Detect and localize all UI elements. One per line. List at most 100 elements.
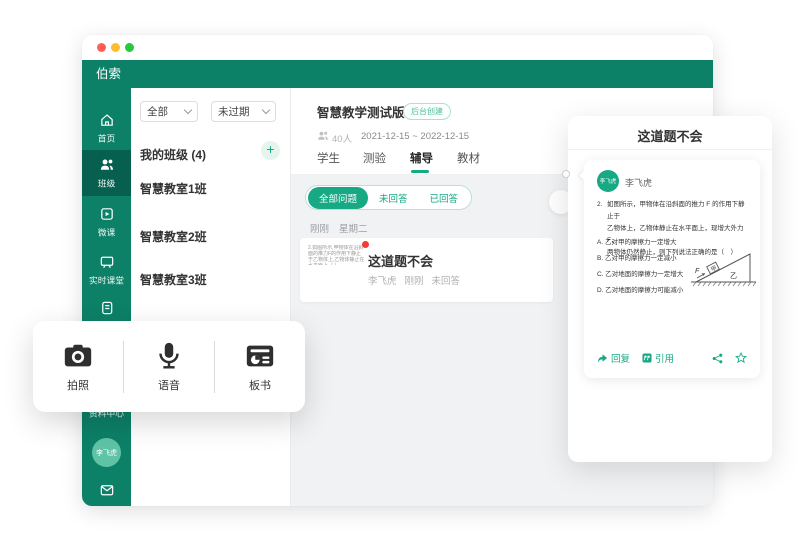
class-date-range: 2021-12-15 ~ 2022-12-15 [361, 131, 470, 142]
window-titlebar [82, 35, 713, 60]
camera-icon [64, 344, 92, 367]
sidebar: 首页 班级 微课 实时课堂 资料中心 李飞虎 [82, 88, 131, 506]
live-classroom-icon [100, 256, 113, 269]
sidebar-item-micro-lesson[interactable]: 微课 [82, 206, 131, 239]
bubble-pointer [579, 170, 590, 181]
student-avatar: 李飞虎 [597, 170, 619, 192]
add-class-button[interactable]: + [261, 141, 280, 160]
close-window-button[interactable] [97, 43, 106, 52]
sidebar-item-label: 实时课堂 [89, 276, 124, 287]
panel-title: 这道题不会 [637, 129, 703, 144]
chevron-down-icon [261, 105, 271, 115]
tab-tutoring[interactable]: 辅导 [410, 150, 433, 166]
class-list-panel: 全部 未过期 我的班级 (4) + 智慧教室1班 智慧教室2班 智慧教室3班 [131, 88, 291, 506]
chevron-down-icon [183, 105, 193, 115]
class-type-value: 全部 [147, 106, 168, 118]
sidebar-item-notebook[interactable] [82, 300, 131, 319]
class-status-dropdown[interactable]: 未过期 [211, 101, 276, 122]
screen: 伯索 首页 班级 微课 实时课堂 资料中心 李飞虎 全部 未过期 我的班级 (4… [0, 0, 800, 533]
sidebar-item-messages[interactable] [82, 482, 131, 500]
question-author: 李飞虎 [368, 276, 397, 287]
unread-badge [362, 241, 369, 248]
diagram-wedge-label: 乙 [730, 272, 737, 280]
diagram-force-label: F [695, 268, 700, 275]
question-time: 刚刚 [404, 276, 424, 287]
voice-button[interactable]: 语音 [124, 340, 214, 393]
panel-title-divider [568, 149, 772, 150]
student-count: 40人 [332, 134, 353, 145]
avatar-name-text: 李飞虎 [599, 179, 617, 185]
class-item-1[interactable]: 智慧教室1班 [140, 180, 207, 197]
share-button[interactable] [712, 353, 723, 364]
class-type-dropdown[interactable]: 全部 [140, 101, 198, 122]
app-header: 伯索 [82, 60, 713, 88]
home-icon [100, 114, 113, 126]
class-title: 智慧教学测试版 [317, 106, 405, 120]
timeline-dot [562, 170, 570, 178]
option-d: D. 乙对地面的摩擦力可能减小 [597, 287, 684, 294]
question-line: 如图所示，甲物体在沿斜面的推力 F 的作用下静止于 [607, 201, 745, 220]
sidebar-item-home[interactable]: 首页 [82, 112, 131, 145]
quote-icon [642, 353, 652, 363]
reply-arrow-icon [597, 353, 608, 363]
quote-label: 引用 [655, 354, 675, 365]
question-status: 未回答 [431, 276, 461, 287]
my-classes-title: 我的班级 (4) [140, 148, 207, 162]
sidebar-item-label: 班级 [97, 179, 116, 190]
share-icon [712, 353, 723, 363]
reply-label: 回复 [611, 354, 631, 365]
option-c: C. 乙对地面的摩擦力一定增大 [597, 271, 684, 278]
avatar-name-text: 李飞虎 [96, 449, 117, 457]
microphone-icon [159, 342, 179, 369]
question-detail-panel: 这道题不会 李飞虎 李飞虎 2. 如图所示，甲物体在沿斜面的推力 F 的作用下静… [562, 116, 772, 462]
take-photo-label: 拍照 [67, 380, 89, 392]
tab-students[interactable]: 学生 [317, 150, 340, 166]
minimize-window-button[interactable] [111, 43, 120, 52]
micro-lesson-icon [100, 208, 113, 220]
filter-answered[interactable]: 已回答 [419, 191, 470, 205]
class-item-3[interactable]: 智慧教室3班 [140, 271, 207, 288]
question-bubble-card: 李飞虎 李飞虎 2. 如图所示，甲物体在沿斜面的推力 F 的作用下静止于 乙物体… [579, 160, 760, 378]
backend-created-badge: 后台创建 [403, 103, 451, 120]
question-number: 2. [597, 201, 603, 208]
take-photo-button[interactable]: 拍照 [33, 340, 123, 393]
sidebar-item-live-classroom[interactable]: 实时课堂 [82, 254, 131, 287]
whiteboard-label: 板书 [249, 380, 271, 392]
favorite-button[interactable] [735, 352, 747, 364]
time-recent: 刚刚 [310, 224, 330, 235]
sidebar-item-label: 微课 [97, 228, 116, 239]
active-tab-underline [411, 170, 429, 173]
physics-diagram: 甲 F 乙 [691, 253, 757, 287]
tab-materials[interactable]: 教材 [457, 150, 480, 166]
reply-button[interactable]: 回复 [597, 351, 630, 365]
whiteboard-icon [246, 345, 274, 367]
star-icon [735, 352, 747, 364]
filter-unanswered[interactable]: 未回答 [368, 191, 419, 205]
whiteboard-button[interactable]: 板书 [215, 340, 305, 393]
question-actions: 回复 引用 [597, 351, 747, 365]
mail-icon [100, 485, 113, 496]
time-group-label: 刚刚 星期二 [310, 221, 368, 235]
sidebar-item-class[interactable]: 班级 [82, 150, 131, 196]
students-icon [318, 131, 328, 140]
sidebar-item-label: 首页 [97, 134, 116, 145]
notebook-icon [101, 301, 112, 315]
voice-label: 语音 [158, 380, 180, 392]
question-list-item[interactable]: 2.如图所示,甲物体在沿斜面的推力F的作用下静止于乙物体上,乙物体静止在水平面上… [300, 238, 553, 302]
question-title: 这道题不会 [368, 254, 434, 269]
question-thumbnail: 2.如图所示,甲物体在沿斜面的推力F的作用下静止于乙物体上,乙物体静止在水平面上… [308, 245, 365, 265]
quote-button[interactable]: 引用 [642, 351, 674, 365]
maximize-window-button[interactable] [125, 43, 134, 52]
tab-tests[interactable]: 测验 [363, 150, 386, 166]
filter-all-questions[interactable]: 全部问题 [308, 186, 369, 209]
app-title: 伯索 [96, 67, 122, 81]
option-a: A. 乙对甲的摩擦力一定增大 [597, 239, 677, 246]
quick-actions-popup: 拍照 语音 板书 [33, 321, 305, 412]
answer-options: A. 乙对甲的摩擦力一定增大 B. 乙对甲的摩擦力一定减小 C. 乙对地面的摩擦… [597, 235, 683, 299]
user-avatar[interactable]: 李飞虎 [92, 438, 121, 467]
student-name: 李飞虎 [625, 178, 653, 188]
option-b: B. 乙对甲的摩擦力一定减小 [597, 255, 677, 262]
question-filter-group: 全部问题 未回答 已回答 [305, 185, 473, 210]
question-meta: 李飞虎 刚刚 未回答 [368, 273, 460, 287]
class-item-2[interactable]: 智慧教室2班 [140, 228, 207, 245]
